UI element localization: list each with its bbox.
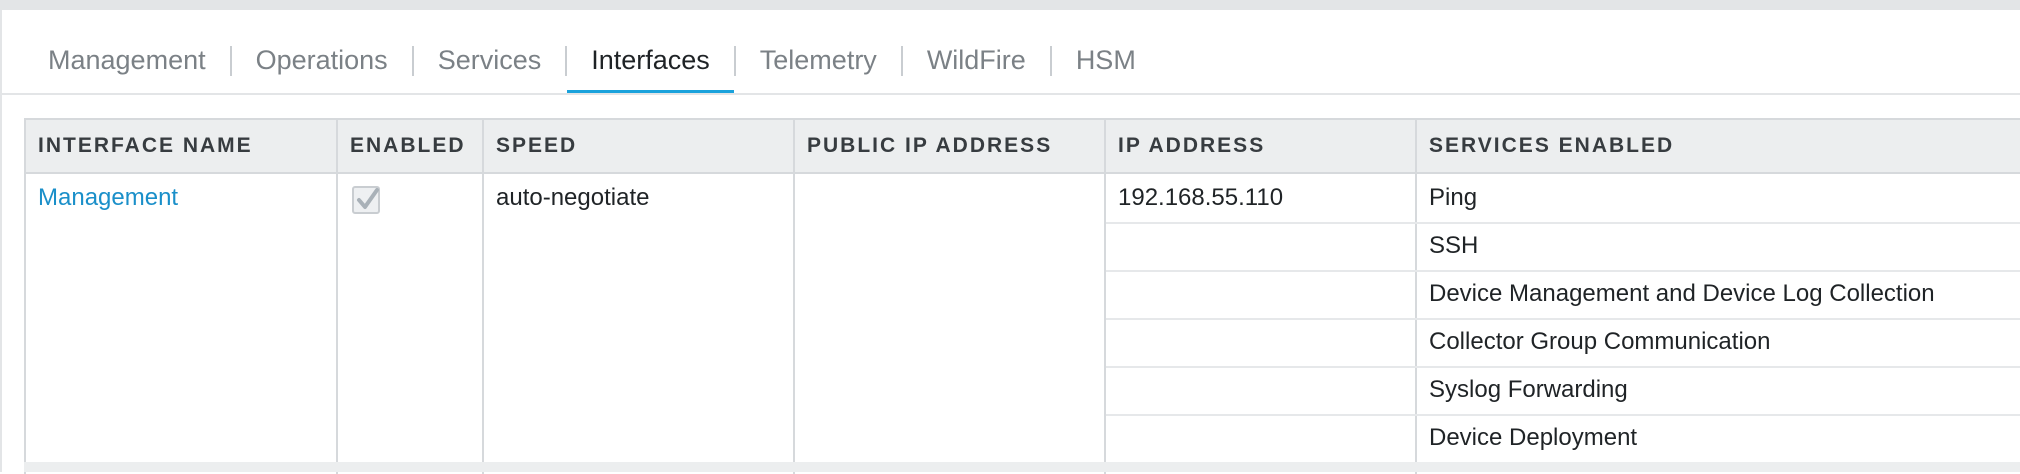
tab-operations[interactable]: Operations (256, 38, 388, 94)
tab-separator (733, 46, 736, 76)
tab-services[interactable]: Services (438, 38, 542, 94)
interface-name-link[interactable]: Management (38, 174, 178, 222)
left-border (0, 10, 2, 472)
column-divider (336, 174, 338, 474)
speed-value: auto-negotiate (496, 184, 650, 211)
service-item-syslog-forwarding: Syslog Forwarding (1429, 376, 1628, 403)
tab-interfaces[interactable]: Interfaces (567, 38, 734, 94)
check-icon (357, 188, 379, 209)
column-header-services-enabled[interactable]: SERVICES ENABLED (1417, 120, 2020, 172)
column-header-ip-address[interactable]: IP ADDRESS (1106, 120, 1417, 172)
column-divider (1104, 174, 1106, 474)
tab-telemetry[interactable]: Telemetry (760, 38, 877, 94)
table-next-row-edge (24, 462, 2020, 472)
tab-management[interactable]: Management (48, 38, 206, 94)
tab-separator (229, 46, 232, 76)
ip-address-value: 192.168.55.110 (1118, 184, 1284, 211)
column-divider (1415, 174, 1417, 474)
service-item-ssh: SSH (1429, 232, 1479, 259)
enabled-checkbox[interactable] (352, 186, 380, 214)
table-header: INTERFACE NAME ENABLED SPEED PUBLIC IP A… (26, 120, 2020, 174)
service-item-collector-group: Collector Group Communication (1429, 328, 1771, 355)
tab-separator (1049, 46, 1052, 76)
column-header-interface-name[interactable]: INTERFACE NAME (26, 120, 338, 172)
service-item-device-management: Device Management and Device Log Collect… (1429, 280, 1935, 307)
column-header-enabled[interactable]: ENABLED (338, 120, 484, 172)
tab-hsm[interactable]: HSM (1076, 38, 1136, 94)
tabs-divider (2, 93, 2020, 95)
tab-bar: Management Operations Services Interface… (48, 38, 1136, 94)
column-divider (793, 174, 795, 474)
service-item-device-deployment: Device Deployment (1429, 424, 1638, 451)
top-bar (0, 0, 2020, 10)
column-header-public-ip-address[interactable]: PUBLIC IP ADDRESS (795, 120, 1106, 172)
row-divider (1106, 222, 2020, 224)
service-item-ping: Ping (1429, 184, 1478, 211)
column-divider (482, 174, 484, 474)
tab-separator (900, 46, 903, 76)
tab-separator (565, 46, 568, 76)
tab-wildfire[interactable]: WildFire (927, 38, 1026, 94)
tab-separator (411, 46, 414, 76)
interfaces-table: INTERFACE NAME ENABLED SPEED PUBLIC IP A… (24, 118, 2020, 474)
column-header-speed[interactable]: SPEED (484, 120, 795, 172)
